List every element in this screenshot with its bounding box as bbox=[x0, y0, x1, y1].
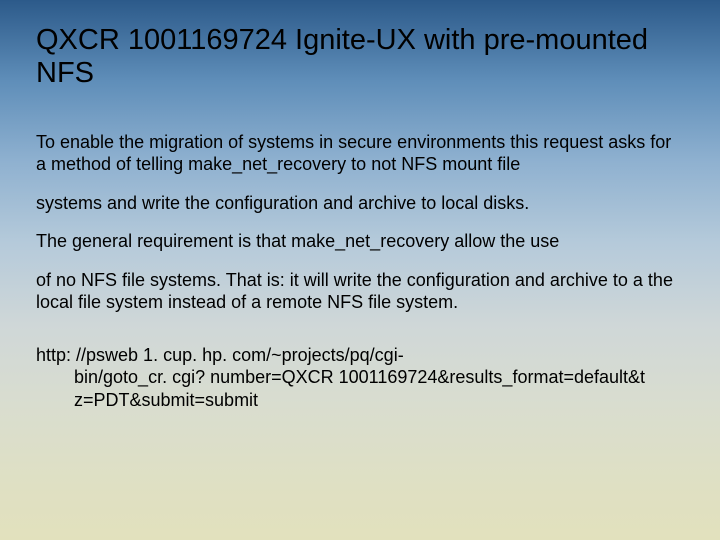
url-line-3: z=PDT&submit=submit bbox=[36, 389, 684, 412]
slide-title: QXCR 1001169724 Ignite-UX with pre-mount… bbox=[36, 24, 684, 91]
paragraph-3: The general requirement is that make_net… bbox=[36, 230, 684, 253]
paragraph-1: To enable the migration of systems in se… bbox=[36, 131, 684, 176]
url-line-2: bin/goto_cr. cgi? number=QXCR 1001169724… bbox=[36, 366, 684, 389]
slide: QXCR 1001169724 Ignite-UX with pre-mount… bbox=[0, 0, 720, 540]
paragraph-4: of no NFS file systems. That is: it will… bbox=[36, 269, 684, 314]
url-line-1: http: //psweb 1. cup. hp. com/~projects/… bbox=[36, 345, 404, 365]
url-block: http: //psweb 1. cup. hp. com/~projects/… bbox=[36, 344, 684, 412]
paragraph-2: systems and write the configuration and … bbox=[36, 192, 684, 215]
